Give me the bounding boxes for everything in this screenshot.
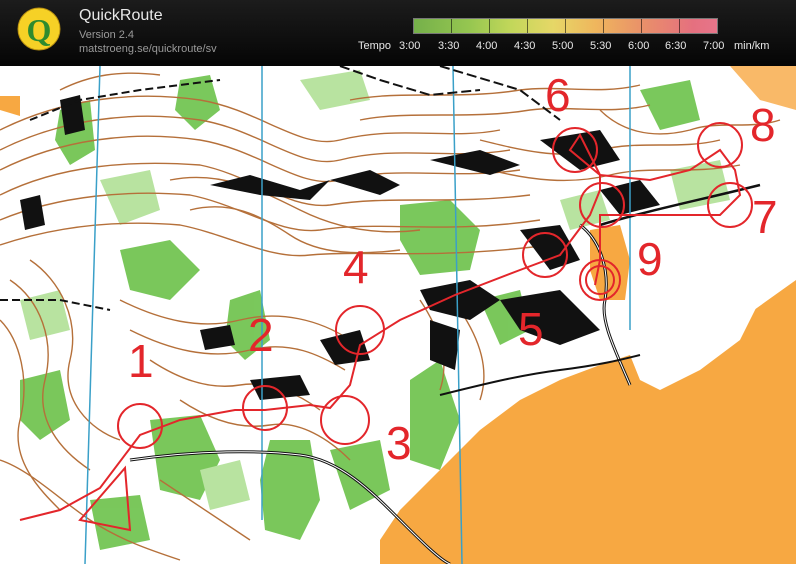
control-number-8: 8 <box>750 99 776 151</box>
control-number-4: 4 <box>343 241 369 293</box>
orienteering-map[interactable]: 1 2 3 4 5 6 7 8 9 <box>0 66 796 564</box>
rock-features <box>20 95 660 400</box>
control-number-6: 6 <box>545 69 571 121</box>
scale-label: 3:30 <box>438 40 460 52</box>
control-number-5: 5 <box>518 303 544 355</box>
app-url[interactable]: matstroeng.se/quickroute/sv <box>79 43 217 55</box>
quickroute-logo-icon: Q <box>17 7 61 51</box>
scale-label: 4:30 <box>514 40 536 52</box>
scale-tick <box>527 19 528 33</box>
scale-unit: min/km <box>734 40 770 52</box>
control-number-9: 9 <box>637 233 663 285</box>
quickroute-window: Q QuickRoute Version 2.4 matstroeng.se/q… <box>0 0 796 564</box>
map-graphics <box>0 66 796 564</box>
scale-tick <box>679 19 680 33</box>
control-circle-3 <box>320 395 370 445</box>
scale-tick <box>451 19 452 33</box>
scale-label: 4:00 <box>476 40 498 52</box>
logo-letter: Q <box>27 12 52 48</box>
scale-tick <box>603 19 604 33</box>
scale-label: 6:30 <box>665 40 687 52</box>
scale-label: 3:00 <box>399 40 421 52</box>
control-number-2: 2 <box>248 309 274 361</box>
header-bar: Q QuickRoute Version 2.4 matstroeng.se/q… <box>0 0 796 66</box>
scale-title: Tempo <box>358 40 392 52</box>
scale-label: 5:30 <box>590 40 612 52</box>
app-title: QuickRoute <box>79 7 163 24</box>
control-number-7: 7 <box>752 191 778 243</box>
scale-tick <box>489 19 490 33</box>
scale-label: 5:00 <box>552 40 574 52</box>
control-number-1: 1 <box>128 335 154 387</box>
scale-tick <box>565 19 566 33</box>
scale-label: 6:00 <box>628 40 650 52</box>
scale-label: 7:00 <box>703 40 725 52</box>
tempo-color-scale <box>413 18 718 34</box>
control-number-3: 3 <box>386 417 412 469</box>
scale-tick <box>641 19 642 33</box>
app-version: Version 2.4 <box>79 29 135 41</box>
